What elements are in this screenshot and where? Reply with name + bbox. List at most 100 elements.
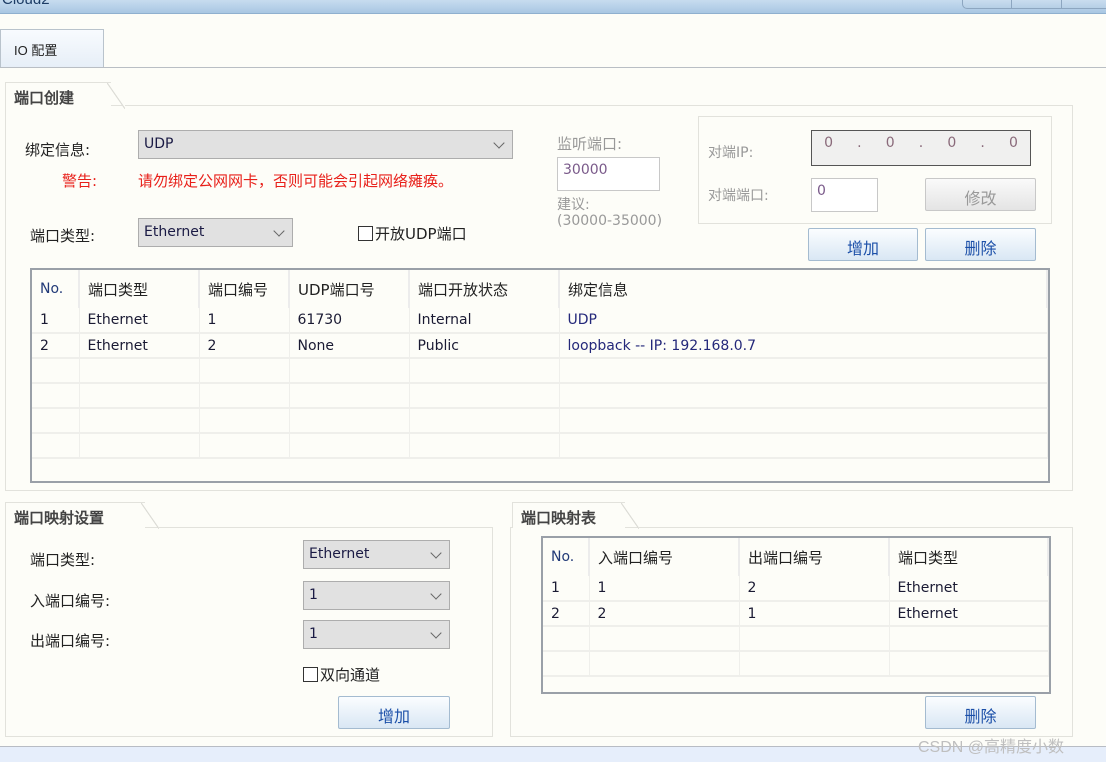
mapping-port-type-select[interactable]: Ethernet bbox=[303, 540, 450, 569]
table-row-empty bbox=[543, 651, 1049, 677]
binding-info-select[interactable]: UDP bbox=[138, 130, 513, 159]
tab-io-config[interactable]: IO 配置 bbox=[0, 29, 104, 68]
cell-open-status: Public bbox=[409, 333, 560, 359]
port-create-header: 端口创建 bbox=[5, 82, 125, 109]
port-mapping-table-header: 端口映射表 bbox=[512, 502, 639, 529]
out-port-value: 1 bbox=[309, 626, 318, 642]
ip-octet-4[interactable]: 0 bbox=[1009, 135, 1018, 165]
cell-port-type: Ethernet bbox=[889, 576, 1049, 602]
ip-octet-3[interactable]: 0 bbox=[947, 135, 956, 165]
delete-mapping-button[interactable]: 删除 bbox=[925, 696, 1036, 729]
port-type-select[interactable]: Ethernet bbox=[138, 218, 293, 247]
column-header[interactable]: No. bbox=[543, 538, 590, 576]
cell-no: 1 bbox=[32, 308, 80, 334]
bidirectional-checkbox[interactable]: 双向通道 bbox=[303, 664, 380, 685]
port-table: No. 端口类型 端口编号 UDP端口号 端口开放状态 绑定信息 1 Ether… bbox=[30, 268, 1050, 483]
checkbox-box[interactable] bbox=[303, 667, 318, 682]
table-header-row: No. 端口类型 端口编号 UDP端口号 端口开放状态 绑定信息 bbox=[32, 270, 1048, 308]
cell-port-type: Ethernet bbox=[889, 601, 1049, 627]
warning-label: 警告: bbox=[62, 172, 98, 190]
open-udp-label: 开放UDP端口 bbox=[375, 225, 467, 243]
cell-port-type: Ethernet bbox=[79, 333, 200, 359]
cell-no: 2 bbox=[32, 333, 80, 359]
column-header[interactable]: No. bbox=[32, 270, 80, 308]
column-header[interactable]: UDP端口号 bbox=[289, 270, 410, 308]
mapping-port-type-label: 端口类型: bbox=[30, 551, 96, 569]
ip-octet-2[interactable]: 0 bbox=[886, 135, 895, 165]
cell-port-number: 2 bbox=[199, 333, 290, 359]
binding-info-value: UDP bbox=[144, 136, 174, 152]
table-row-empty bbox=[32, 383, 1048, 409]
checkbox-box[interactable] bbox=[358, 226, 373, 241]
table-header-row: No. 入端口编号 出端口编号 端口类型 bbox=[543, 538, 1049, 576]
delete-port-button[interactable]: 删除 bbox=[925, 228, 1036, 261]
table-row[interactable]: 2 2 1 Ethernet bbox=[543, 601, 1049, 627]
title-bar: Cloud2 bbox=[0, 0, 1106, 14]
column-header[interactable]: 端口类型 bbox=[79, 270, 200, 308]
tab-divider bbox=[0, 67, 1106, 68]
watermark: CSDN @高精度小数 bbox=[918, 739, 1065, 756]
suggest-range: (30000-35000) bbox=[557, 213, 663, 229]
add-port-button[interactable]: 增加 bbox=[808, 228, 918, 261]
cell-no: 1 bbox=[543, 576, 590, 602]
mapping-port-type-value: Ethernet bbox=[309, 546, 370, 562]
cell-out-port: 1 bbox=[739, 601, 890, 627]
column-header[interactable]: 端口编号 bbox=[199, 270, 290, 308]
table-row-empty bbox=[32, 358, 1048, 384]
chevron-down-icon bbox=[430, 627, 442, 639]
maximize-button[interactable] bbox=[1012, 0, 1062, 8]
warning-text: 请勿绑定公网网卡，否则可能会引起网络瘫痪。 bbox=[138, 172, 454, 190]
chevron-down-icon bbox=[493, 137, 505, 149]
table-row[interactable]: 1 Ethernet 1 61730 Internal UDP bbox=[32, 308, 1048, 334]
chevron-down-icon bbox=[430, 588, 442, 600]
port-mapping-settings-header: 端口映射设置 bbox=[5, 502, 159, 529]
out-port-label: 出端口编号: bbox=[30, 632, 111, 650]
cell-in-port: 2 bbox=[589, 601, 740, 627]
modify-button[interactable]: 修改 bbox=[925, 178, 1036, 211]
cell-out-port: 2 bbox=[739, 576, 890, 602]
in-port-select[interactable]: 1 bbox=[303, 581, 450, 610]
cell-open-status: Internal bbox=[409, 308, 560, 334]
column-header[interactable]: 绑定信息 bbox=[559, 270, 1048, 308]
in-port-value: 1 bbox=[309, 587, 318, 603]
ip-octet-1[interactable]: 0 bbox=[824, 135, 833, 165]
cell-no: 2 bbox=[543, 601, 590, 627]
cell-udp-port: None bbox=[289, 333, 410, 359]
table-row-empty bbox=[32, 433, 1048, 459]
table-row-empty bbox=[32, 408, 1048, 434]
mapping-table: No. 入端口编号 出端口编号 端口类型 1 1 2 Ethernet 2 2 … bbox=[541, 536, 1051, 694]
minimize-button[interactable] bbox=[963, 0, 1013, 8]
listen-port-input[interactable]: 30000 bbox=[557, 157, 660, 191]
port-type-value: Ethernet bbox=[144, 224, 205, 240]
column-header[interactable]: 端口类型 bbox=[889, 538, 1049, 576]
peer-ip-input[interactable]: 0. 0. 0. 0 bbox=[811, 130, 1031, 166]
cell-in-port: 1 bbox=[589, 576, 740, 602]
chevron-down-icon bbox=[430, 547, 442, 559]
cell-udp-port: 61730 bbox=[289, 308, 410, 334]
open-udp-checkbox[interactable]: 开放UDP端口 bbox=[358, 223, 467, 244]
port-type-label: 端口类型: bbox=[30, 227, 96, 245]
binding-info-label: 绑定信息: bbox=[25, 141, 91, 159]
listen-port-label: 监听端口: bbox=[557, 135, 623, 153]
table-row[interactable]: 2 Ethernet 2 None Public loopback -- IP:… bbox=[32, 333, 1048, 359]
cell-binding: loopback -- IP: 192.168.0.7 bbox=[559, 333, 1048, 359]
window-title: Cloud2 bbox=[2, 0, 50, 8]
peer-ip-label: 对端IP: bbox=[708, 145, 754, 161]
in-port-label: 入端口编号: bbox=[30, 592, 111, 610]
suggest-label: 建议: bbox=[557, 197, 590, 213]
table-row[interactable]: 1 1 2 Ethernet bbox=[543, 576, 1049, 602]
bidirectional-label: 双向通道 bbox=[320, 666, 381, 684]
peer-port-input[interactable]: 0 bbox=[811, 178, 878, 212]
column-header[interactable]: 端口开放状态 bbox=[409, 270, 560, 308]
out-port-select[interactable]: 1 bbox=[303, 620, 450, 649]
column-header[interactable]: 入端口编号 bbox=[589, 538, 740, 576]
cell-port-type: Ethernet bbox=[79, 308, 200, 334]
add-mapping-button[interactable]: 增加 bbox=[338, 696, 450, 729]
column-header[interactable]: 出端口编号 bbox=[739, 538, 890, 576]
window-controls bbox=[962, 0, 1106, 9]
table-row-empty bbox=[543, 626, 1049, 652]
peer-port-label: 对端端口: bbox=[708, 188, 769, 204]
close-button[interactable] bbox=[1062, 0, 1106, 8]
cell-port-number: 1 bbox=[199, 308, 290, 334]
chevron-down-icon bbox=[273, 225, 285, 237]
